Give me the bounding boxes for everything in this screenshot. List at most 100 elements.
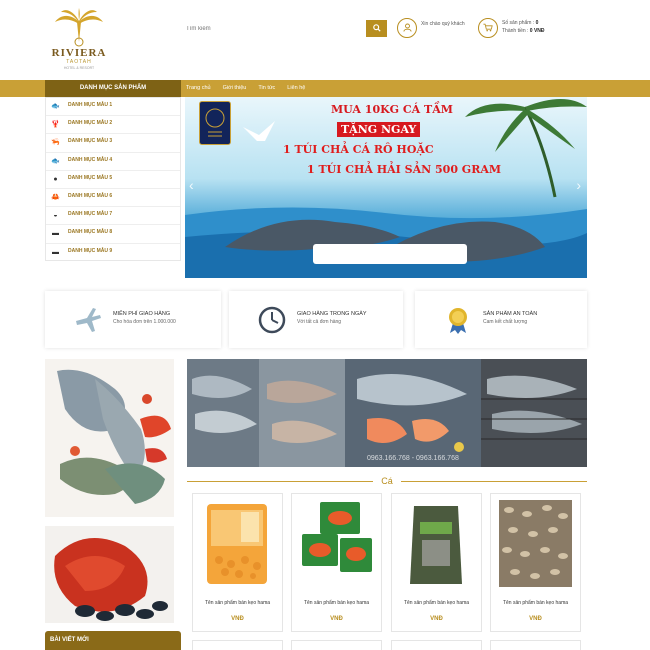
category-label: DANH MỤC MẪU 3 [68,138,113,145]
feature-free-shipping: MIỄN PHÍ GIAO HÀNG Cho hóa đơn trên 1.00… [45,291,221,348]
nav-link-contact[interactable]: Liên hệ [287,80,305,97]
category-item[interactable]: 🦐 DANH MỤC MẪU 3 [46,134,180,153]
product-price: VNĐ [529,616,542,622]
seafood-photo [187,359,587,467]
logo-name: RIVIERA [51,47,107,59]
fish-icon: 🐟 [51,103,60,110]
brand-badge [199,101,231,145]
feature-same-day: GIAO HÀNG TRONG NGÀY Với tất cả đơn hàng [229,291,403,348]
category-label: DANH MỤC MẪU 9 [68,247,113,254]
hero-banner[interactable]: MUA 10KG CÁ TẦM TẶNG NGAY 1 TÚI CHẢ CÁ R… [185,97,587,278]
nav-links: Trang chủ Giới thiệu Tin tức Liên hệ [186,80,317,97]
product-price: VNĐ [231,616,244,622]
account-greeting: Xin chào quý khách [421,21,465,27]
feature-desc: Với tất cả đơn hàng [297,319,342,325]
category-item[interactable]: 🐟 DANH MỤC MẪU 4 [46,153,180,171]
banner-caption-box [313,244,467,264]
category-item[interactable]: 🦞 DANH MỤC MẪU 2 [46,116,180,135]
promo-line-3: 1 TÚI CHẢ CÁ RÔ HOẶC [283,143,434,156]
product-image[interactable] [201,500,274,587]
logo-sub: TAOTAH [66,59,92,65]
product-card-partial[interactable] [490,640,581,650]
main-nav: DANH MỤC SẢN PHẨM Trang chủ Giới thiệu T… [0,80,650,97]
category-item[interactable]: ◒ DANH MỤC MẪU 7 [46,207,180,226]
category-section-heading: Cá [187,474,587,488]
product-card-partial[interactable] [291,640,382,650]
lobster-illustration [45,526,174,623]
category-label: DANH MỤC MẪU 6 [68,192,113,199]
product-name[interactable]: Tên sản phẩm bán kẹo hama [193,600,282,606]
cart-total: Thành tiền : 0 VNĐ [502,28,545,34]
product-price: VNĐ [430,616,443,622]
product-image[interactable] [300,500,373,587]
category-item[interactable]: ▬ DANH MỤC MẪU 8 [46,225,180,244]
feature-desc: Cho hóa đơn trên 1.000.000 [113,319,176,325]
product-card[interactable]: Tên sản phẩm bán kẹo hama VNĐ [192,493,283,632]
shrimp-icon: 🦐 [51,139,60,147]
feature-desc: Cam kết chất lượng [483,319,528,325]
airplane-icon [76,308,101,332]
nav-link-about[interactable]: Giới thiệu [223,80,247,97]
category-label: DANH MỤC MẪU 7 [68,211,113,218]
nav-link-news[interactable]: Tin tức [258,80,275,97]
medal-icon [449,308,467,334]
product-card-partial[interactable] [192,640,283,650]
promo-line-2: TẶNG NGAY [337,122,421,137]
product-card-partial[interactable] [391,640,482,650]
product-card[interactable]: Tên sản phẩm bán kẹo hama VNĐ [291,493,382,632]
category-item[interactable]: 🐟 DANH MỤC MẪU 1 [46,98,180,117]
latest-news-heading: BÀI VIẾT MỚI [45,631,181,650]
product-name[interactable]: Tên sản phẩm bán kẹo hama [491,600,580,606]
search-bar [183,20,387,37]
cart-icon [478,18,498,38]
promo-line-1: MUA 10KG CÁ TẦM [331,103,453,116]
side-ad-lobster[interactable] [45,526,174,623]
product-image[interactable] [400,500,473,587]
seafood-collage[interactable]: 0963.166.768 - 0963.166.768 [187,359,587,467]
search-icon [372,24,381,32]
category-sidebar: 🐟 DANH MỤC MẪU 1 🦞 DANH MỤC MẪU 2 🦐 DANH MỤ… [45,97,181,261]
feature-title: MIỄN PHÍ GIAO HÀNG [113,311,171,317]
product-name[interactable]: Tên sản phẩm bán kẹo hama [392,600,481,606]
nav-link-home[interactable]: Trang chủ [186,80,211,97]
category-label: DANH MỤC MẪU 5 [68,174,113,181]
site-header: RIVIERA TAOTAH HOTEL & RESORT Xin chào q… [0,0,650,80]
feature-title: GIAO HÀNG TRONG NGÀY [297,311,367,317]
search-input[interactable] [183,20,366,37]
fish-icon: 🐟 [51,157,60,165]
can-icon: ▬ [52,248,59,256]
chevron-left-icon[interactable]: ‹ [189,177,194,193]
cart-summary[interactable]: Số sản phẩm : 0 Thành tiền : 0 VNĐ [478,18,568,40]
lobster-icon: 🦞 [51,121,60,129]
divider [401,481,587,482]
product-price: VNĐ [330,616,343,622]
category-menu-button[interactable]: DANH MỤC SẢN PHẨM [45,80,181,97]
user-icon [397,18,417,38]
phone-watermark: 0963.166.768 - 0963.166.768 [367,455,459,462]
side-ad-fish[interactable] [45,359,174,517]
fish-illustration [57,369,171,504]
cart-count: Số sản phẩm : 0 [502,20,539,26]
category-label: DANH MỤC MẪU 4 [68,156,113,163]
category-label: DANH MỤC MẪU 1 [68,102,113,108]
logo-tagline: HOTEL & RESORT [63,66,95,70]
account-link[interactable]: Xin chào quý khách [397,18,477,40]
chevron-right-icon[interactable]: › [576,177,581,193]
category-item[interactable]: ▬ DANH MỤC MẪU 9 [46,244,180,262]
product-name[interactable]: Tên sản phẩm bán kẹo hama [292,600,381,606]
category-item[interactable]: 🦀 DANH MỤC MẪU 6 [46,189,180,208]
site-logo[interactable]: RIVIERA TAOTAH HOTEL & RESORT [48,8,110,74]
clam-icon: ◒ [53,212,58,220]
crab-icon: 🦀 [51,193,60,201]
shell-icon: ● [53,175,58,183]
category-item[interactable]: ● DANH MỤC MẪU 5 [46,171,180,189]
tin-icon: ▬ [52,230,59,238]
promo-line-4: 1 TÚI CHẢ HẢI SẢN 500 GRAM [307,163,502,176]
product-card[interactable]: Tên sản phẩm bán kẹo hama VNĐ [490,493,581,632]
clock-icon [258,306,286,334]
product-image[interactable] [499,500,572,587]
palm-logo-icon [55,8,103,47]
category-label: DANH MỤC MẪU 2 [68,120,113,127]
search-button[interactable] [366,20,387,37]
product-card[interactable]: Tên sản phẩm bán kẹo hama VNĐ [391,493,482,632]
